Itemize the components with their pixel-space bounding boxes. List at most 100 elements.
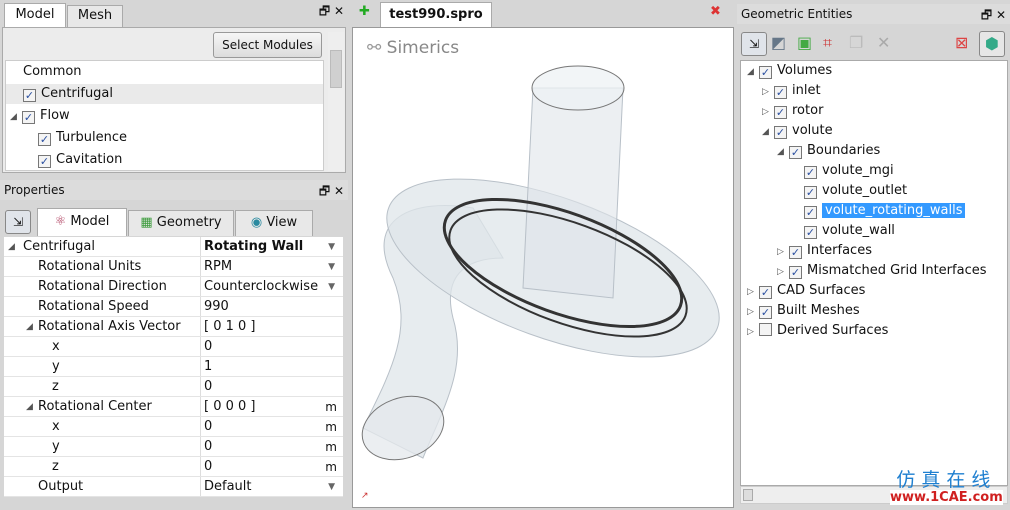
list-item[interactable]: ✓ Cavitation <box>6 150 323 170</box>
property-value[interactable]: Rotating Wall ▼ <box>200 237 343 256</box>
checkbox[interactable]: ✓ <box>774 86 787 99</box>
dropdown-icon[interactable]: ▼ <box>328 477 335 497</box>
add-point-icon[interactable]: ⌗ <box>823 33 832 53</box>
checkbox[interactable]: ✓ <box>774 106 787 119</box>
property-row[interactable]: x 0 <box>4 337 343 357</box>
delete-icon[interactable]: ✕ <box>877 33 890 52</box>
property-row[interactable]: Rotational Units RPM ▼ <box>4 257 343 277</box>
panel-float-close-icons[interactable]: 🗗 ✕ <box>319 2 344 23</box>
property-value[interactable]: Counterclockwise ▼ <box>200 277 343 296</box>
list-item[interactable]: ◢ ✓ Flow <box>6 106 323 126</box>
add-surface-icon[interactable]: ◩ <box>771 33 786 52</box>
property-value[interactable]: 0 <box>200 377 343 396</box>
checkbox[interactable] <box>759 323 772 336</box>
tree-item[interactable]: ◢ ✓ Boundaries <box>741 141 1007 161</box>
add-volume-icon[interactable]: ▣ <box>797 33 812 52</box>
property-row[interactable]: Rotational Direction Counterclockwise ▼ <box>4 277 343 297</box>
close-tab-icon[interactable]: ✖ <box>710 4 721 19</box>
property-row[interactable]: Output Default ▼ <box>4 477 343 497</box>
property-row[interactable]: z 0m <box>4 457 343 477</box>
expand-icon[interactable]: ◢ <box>8 237 15 257</box>
property-value[interactable]: 0m <box>200 457 343 476</box>
tree-item[interactable]: ◢ ✓ volute <box>741 121 1007 141</box>
expand-icon[interactable]: ◢ <box>747 62 759 82</box>
clear-selection-icon[interactable]: ⊠ <box>955 33 968 52</box>
tab-geometry[interactable]: ▦ Geometry <box>128 210 234 236</box>
expand-icon[interactable]: ▷ <box>762 102 774 122</box>
panel-float-close-icons[interactable]: 🗗 ✕ <box>319 182 344 203</box>
checkbox[interactable]: ✓ <box>759 66 772 79</box>
select-modules-button[interactable]: Select Modules <box>213 32 322 58</box>
tree-item[interactable]: ▷ ✓ CAD Surfaces <box>741 281 1007 301</box>
checkbox[interactable]: ✓ <box>38 133 51 146</box>
collapse-toggle-button[interactable]: ⇲ <box>5 210 31 234</box>
copy-icon[interactable]: ❐ <box>849 33 863 52</box>
tree-item[interactable]: ▷ ✓ Mismatched Grid Interfaces <box>741 261 1007 281</box>
tab-model[interactable]: ⚛ Model <box>37 208 127 236</box>
tree-item[interactable]: ✓ volute_wall <box>741 221 1007 241</box>
expand-icon[interactable]: ◢ <box>762 122 774 142</box>
checkbox[interactable]: ✓ <box>23 89 36 102</box>
property-row[interactable]: z 0 <box>4 377 343 397</box>
list-item[interactable]: ✓ Turbulence <box>6 128 323 148</box>
property-value[interactable]: 1 <box>200 357 343 376</box>
property-value[interactable]: [ 0 1 0 ] <box>200 317 343 336</box>
property-row[interactable]: Rotational Speed 990 <box>4 297 343 317</box>
checkbox[interactable]: ✓ <box>789 146 802 159</box>
scrollbar[interactable] <box>328 32 344 171</box>
expand-icon[interactable]: ▷ <box>747 282 759 302</box>
expand-icon[interactable]: ▷ <box>747 322 759 342</box>
expand-icon[interactable]: ▷ <box>747 302 759 322</box>
property-row[interactable]: y 0m <box>4 437 343 457</box>
dropdown-icon[interactable]: ▼ <box>328 237 335 257</box>
3d-viewport[interactable]: ⚯ Simerics ↗ <box>352 27 734 508</box>
property-value[interactable]: [ 0 0 0 ] m <box>200 397 343 416</box>
tree-item[interactable]: ✓ volute_mgi <box>741 161 1007 181</box>
dropdown-icon[interactable]: ▼ <box>328 277 335 297</box>
expand-icon[interactable]: ◢ <box>10 107 22 127</box>
expand-icon[interactable]: ◢ <box>777 142 789 162</box>
expand-icon[interactable]: ▷ <box>777 262 789 282</box>
checkbox[interactable]: ✓ <box>759 286 772 299</box>
collapse-toggle-button[interactable]: ⇲ <box>741 32 767 56</box>
property-value[interactable]: 0m <box>200 417 343 436</box>
checkbox[interactable]: ✓ <box>789 246 802 259</box>
list-item[interactable]: ✓ Centrifugal <box>6 84 323 104</box>
tree-item[interactable]: ▷ ✓ Built Meshes <box>741 301 1007 321</box>
expand-icon[interactable]: ◢ <box>26 397 33 417</box>
tree-item[interactable]: ▷ ✓ inlet <box>741 81 1007 101</box>
tree-item[interactable]: ✓ volute_rotating_walls <box>741 201 1007 221</box>
checkbox[interactable]: ✓ <box>38 155 51 168</box>
property-row[interactable]: ◢ Rotational Axis Vector [ 0 1 0 ] <box>4 317 343 337</box>
panel-float-close-icons[interactable]: 🗗 ✕ <box>981 6 1006 27</box>
property-value[interactable]: RPM ▼ <box>200 257 343 276</box>
add-tab-icon[interactable]: ✚ <box>359 4 370 19</box>
tab-model[interactable]: Model <box>4 3 66 27</box>
3d-view-button[interactable]: ⬢ <box>979 31 1005 57</box>
property-row[interactable]: y 1 <box>4 357 343 377</box>
tab-view[interactable]: ◉ View <box>235 210 313 236</box>
expand-icon[interactable]: ▷ <box>762 82 774 102</box>
checkbox[interactable]: ✓ <box>804 226 817 239</box>
dropdown-icon[interactable]: ▼ <box>328 257 335 277</box>
checkbox[interactable]: ✓ <box>759 306 772 319</box>
property-value[interactable]: Default ▼ <box>200 477 343 496</box>
tree-item[interactable]: ◢ ✓ Volumes <box>741 61 1007 81</box>
expand-icon[interactable]: ◢ <box>26 317 33 337</box>
tree-item[interactable]: ▷ ✓ Interfaces <box>741 241 1007 261</box>
property-row[interactable]: x 0m <box>4 417 343 437</box>
property-value[interactable]: 0 <box>200 337 343 356</box>
checkbox[interactable]: ✓ <box>774 126 787 139</box>
tab-document[interactable]: test990.spro <box>380 2 492 27</box>
checkbox[interactable]: ✓ <box>804 166 817 179</box>
pump-model[interactable]: ↗ <box>353 28 733 507</box>
checkbox[interactable]: ✓ <box>804 206 817 219</box>
tab-mesh[interactable]: Mesh <box>67 5 123 27</box>
property-row[interactable]: ◢ Rotational Center [ 0 0 0 ] m <box>4 397 343 417</box>
property-value[interactable]: 0m <box>200 437 343 456</box>
property-value[interactable]: 990 <box>200 297 343 316</box>
checkbox[interactable]: ✓ <box>22 111 35 124</box>
tree-item[interactable]: ▷ Derived Surfaces <box>741 321 1007 341</box>
checkbox[interactable]: ✓ <box>789 266 802 279</box>
tree-item[interactable]: ✓ volute_outlet <box>741 181 1007 201</box>
